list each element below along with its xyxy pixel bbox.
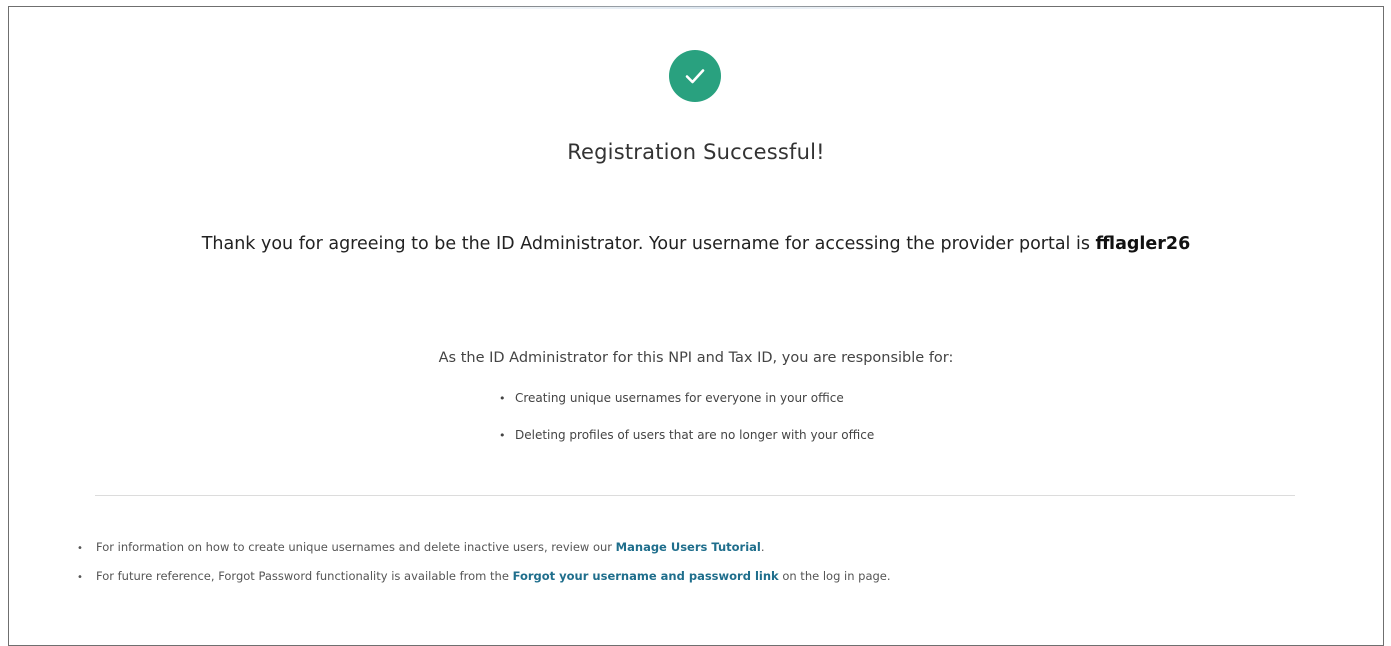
bullet-icon: •	[77, 572, 83, 583]
confirmation-text: Thank you for agreeing to be the ID Admi…	[201, 234, 1090, 254]
bullet-icon: •	[499, 429, 506, 442]
top-accent-line	[389, 6, 1009, 9]
list-item: • Deleting profiles of users that are no …	[499, 428, 874, 465]
checkmark-icon	[669, 50, 721, 102]
username-value: fflagler26	[1095, 234, 1191, 254]
forgot-credentials-link[interactable]: Forgot your username and password link	[513, 569, 779, 583]
info-text: For future reference, Forgot Password fu…	[96, 569, 509, 583]
bullet-icon: •	[499, 392, 506, 405]
responsibility-text: Deleting profiles of users that are no l…	[515, 428, 875, 442]
confirmation-message: Thank you for agreeing to be the ID Admi…	[9, 234, 1383, 254]
responsibilities-heading: As the ID Administrator for this NPI and…	[438, 350, 954, 366]
divider	[95, 495, 1295, 496]
checkmark-glyph	[685, 69, 705, 84]
bullet-icon: •	[77, 543, 83, 554]
info-list: • For information on how to create unique…	[77, 540, 891, 598]
page-title: Registration Successful!	[567, 140, 825, 164]
info-text: For information on how to create unique …	[96, 540, 613, 554]
manage-users-tutorial-link[interactable]: Manage Users Tutorial	[616, 540, 761, 554]
responsibilities-list: • Creating unique usernames for everyone …	[499, 391, 874, 465]
registration-panel: Registration Successful! Thank you for a…	[8, 6, 1384, 646]
list-item: • Creating unique usernames for everyone …	[499, 391, 874, 428]
list-item: • For information on how to create unique…	[77, 540, 891, 569]
info-text-end: on the log in page.	[782, 569, 891, 583]
list-item: • For future reference, Forgot Password f…	[77, 569, 891, 598]
responsibility-text: Creating unique usernames for everyone i…	[515, 391, 844, 405]
info-text-end: .	[760, 540, 765, 554]
